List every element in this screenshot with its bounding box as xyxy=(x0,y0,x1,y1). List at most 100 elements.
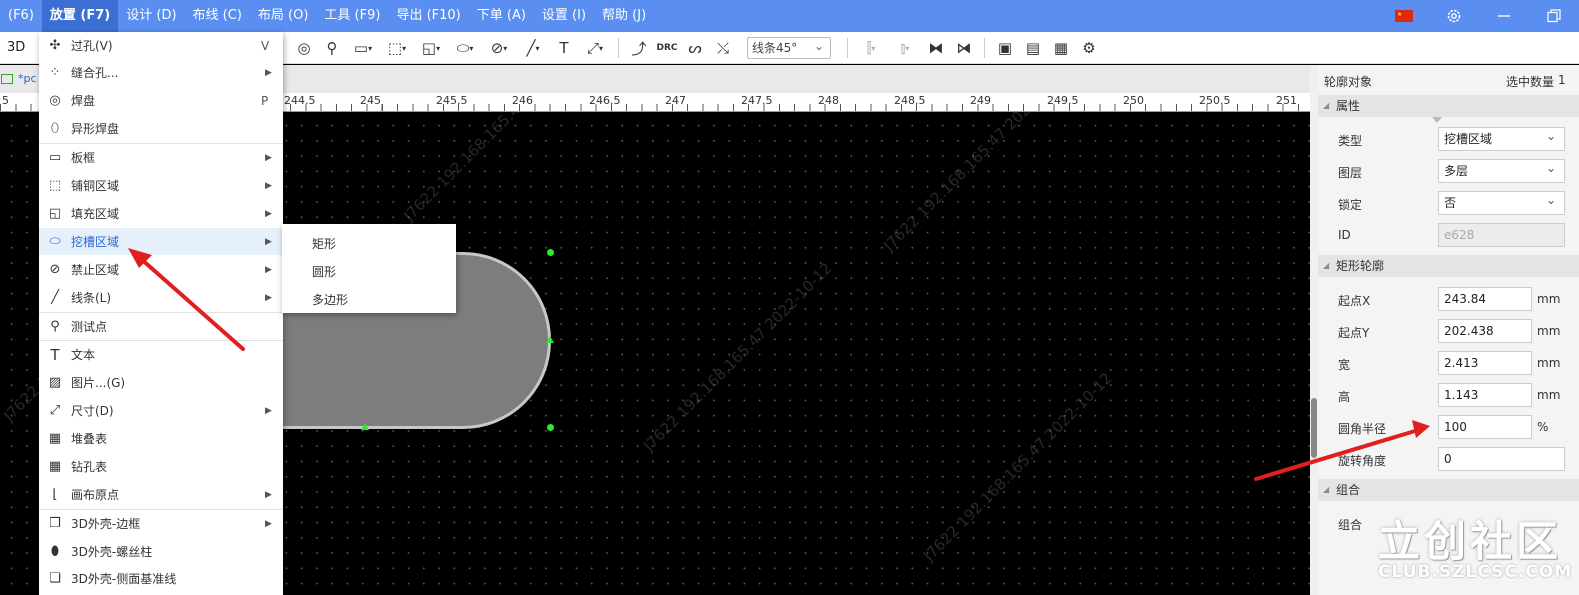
id-field: e628 xyxy=(1438,223,1565,247)
menu-item-prohibited-area[interactable]: ⊘ 禁止区域 ▶ xyxy=(39,256,283,283)
start-x-input[interactable]: 243.84 xyxy=(1438,287,1532,311)
line-mode-select[interactable]: 线条45° xyxy=(747,36,831,59)
document-tab[interactable]: *pc xyxy=(18,72,37,85)
chevron-right-icon: ▶ xyxy=(265,180,272,191)
submenu-item-rectangle[interactable]: 矩形 xyxy=(312,235,336,252)
ruler-label: 246 xyxy=(512,94,533,107)
bom-icon[interactable]: ▤ xyxy=(1019,34,1047,62)
section-attributes[interactable]: 属性 xyxy=(1318,95,1579,117)
menu-item-copper-area[interactable]: ⬚ 铺铜区域 ▶ xyxy=(39,172,283,199)
menu-help[interactable]: 帮助 (J) xyxy=(594,0,654,32)
menu-item-3d-shell-side[interactable]: ❏ 3D外壳-侧面基准线 xyxy=(39,565,283,592)
route-tool-icon[interactable]: ⤴ xyxy=(625,34,653,62)
start-y-input[interactable]: 202.438 xyxy=(1438,319,1532,343)
section-group[interactable]: 组合 xyxy=(1318,479,1579,501)
edit-handle[interactable] xyxy=(546,336,554,343)
copper-area-tool-icon[interactable]: ⬚ ▾ xyxy=(380,34,414,62)
menu-item-stitch-via[interactable]: ⁘ 缝合孔... ▶ xyxy=(39,59,283,86)
type-select[interactable]: 挖槽区域 xyxy=(1438,125,1565,151)
pad-tool-icon[interactable]: ◎ xyxy=(290,34,318,62)
height-input[interactable]: 1.143 xyxy=(1438,383,1532,407)
selection-handle[interactable] xyxy=(547,424,554,431)
canvas-origin-icon: ⌊ xyxy=(52,487,58,502)
track-tool-icon[interactable]: ᔕ xyxy=(681,34,709,62)
lock-select[interactable]: 否 xyxy=(1438,189,1565,215)
text-tool-icon[interactable]: T xyxy=(550,34,578,62)
board-outline-tool-icon[interactable]: ▭ ▾ xyxy=(346,34,380,62)
menu-item-label: 堆叠表 xyxy=(71,432,108,446)
language-flag-icon[interactable] xyxy=(1379,0,1429,32)
menu-order[interactable]: 下单 (A) xyxy=(469,0,534,32)
menu-item-drill-table[interactable]: ▦ 钻孔表 xyxy=(39,453,283,480)
menu-f6[interactable]: (F6) xyxy=(0,0,42,32)
ruler-label: 244.5 xyxy=(284,94,316,107)
menu-item-image[interactable]: ▨ 图片...(G) xyxy=(39,369,283,396)
menu-settings[interactable]: 设置 (I) xyxy=(534,0,594,32)
menubar: (F6) 放置 (F7) 设计 (D) 布线 (C) 布局 (O) 工具 (F9… xyxy=(0,0,1579,32)
submenu-item-circle[interactable]: 圆形 xyxy=(312,263,336,280)
menu-item-fill-area[interactable]: ◱ 填充区域 ▶ xyxy=(39,200,283,227)
restore-icon[interactable] xyxy=(1529,0,1579,32)
menu-item-3d-shell-border[interactable]: ❒ 3D外壳-边框 ▶ xyxy=(39,510,283,537)
toolbar-divider xyxy=(618,38,619,58)
flip-vertical-icon[interactable]: ⧒ xyxy=(950,34,978,62)
ruler-label: 249 xyxy=(970,94,991,107)
diff-pair-tool-icon[interactable]: ⤯ xyxy=(709,34,737,62)
ruler-label: 247.5 xyxy=(741,94,773,107)
menu-export[interactable]: 导出 (F10) xyxy=(388,0,468,32)
scrollbar-thumb[interactable] xyxy=(1311,398,1317,458)
menu-item-text[interactable]: T 文本 xyxy=(39,341,283,368)
canvas-scrollbar[interactable] xyxy=(1310,65,1318,595)
menu-item-stackup-table[interactable]: ▦ 堆叠表 xyxy=(39,425,283,452)
menu-item-pad[interactable]: ◎ 焊盘 P xyxy=(39,87,283,114)
menu-layout[interactable]: 布局 (O) xyxy=(250,0,317,32)
menu-tools[interactable]: 工具 (F9) xyxy=(316,0,388,32)
align-tool-icon[interactable]: ⫿ ▾ xyxy=(854,34,888,62)
dimension-tool-icon[interactable]: ⤢ ▾ xyxy=(578,34,612,62)
test-point-icon: ⚲ xyxy=(50,319,60,334)
submenu-item-polygon[interactable]: 多边形 xyxy=(312,291,348,308)
probe-tool-icon[interactable]: ⚲ xyxy=(318,34,346,62)
order-icon[interactable]: ▦ xyxy=(1047,34,1075,62)
minimize-icon[interactable] xyxy=(1479,0,1529,32)
slot-area-tool-icon[interactable]: ⬭ ▾ xyxy=(448,34,482,62)
prohibited-area-tool-icon[interactable]: ⊘ ▾ xyxy=(482,34,516,62)
menu-item-line[interactable]: ╱ 线条(L) ▶ xyxy=(39,284,283,311)
width-input[interactable]: 2.413 xyxy=(1438,351,1532,375)
menu-item-board-outline[interactable]: ▭ 板框 ▶ xyxy=(39,144,283,171)
menu-item-custom-pad[interactable]: ⬯ 异形焊盘 xyxy=(39,115,283,142)
corner-radius-input[interactable]: 100 xyxy=(1438,415,1532,439)
layer-select[interactable]: 多层 xyxy=(1438,157,1565,183)
drc-button[interactable]: DRC xyxy=(653,34,681,62)
gerber-icon[interactable]: ▣ xyxy=(991,34,1019,62)
menu-item-test-point[interactable]: ⚲ 测试点 xyxy=(39,313,283,340)
selection-handle[interactable] xyxy=(547,249,554,256)
start-x-label: 起点X xyxy=(1338,294,1371,308)
settings-icon[interactable]: ⚙ xyxy=(1075,34,1103,62)
menu-route[interactable]: 布线 (C) xyxy=(185,0,250,32)
pcb-tab-icon xyxy=(1,74,13,84)
copper-area-icon: ⬚ xyxy=(48,178,62,193)
line-tool-icon[interactable]: ╱ ▾ xyxy=(516,34,550,62)
selected-count: 1 xyxy=(1558,73,1566,87)
unit-percent-label: % xyxy=(1537,420,1549,434)
menu-item-dimension[interactable]: ⤢ 尺寸(D) ▶ xyxy=(39,397,283,424)
menu-place[interactable]: 放置 (F7) xyxy=(41,0,119,32)
menu-item-slot-area[interactable]: ⬭ 挖槽区域 ▶ xyxy=(39,228,283,255)
view-3d-button[interactable]: 3D xyxy=(7,40,25,55)
menu-item-via[interactable]: ✣ 过孔(V) V xyxy=(39,32,283,59)
fill-area-tool-icon[interactable]: ◱ ▾ xyxy=(414,34,448,62)
menu-item-3d-shell-screw[interactable]: ⬮ 3D外壳-螺丝柱 xyxy=(39,538,283,565)
rotation-input[interactable]: 0 xyxy=(1438,447,1565,471)
menu-item-canvas-origin[interactable]: ⌊ 画布原点 ▶ xyxy=(39,481,283,508)
text-icon: T xyxy=(50,345,60,364)
custom-pad-icon: ⬯ xyxy=(50,121,60,136)
flip-horizontal-icon[interactable]: ⧓ xyxy=(922,34,950,62)
gear-icon[interactable] xyxy=(1429,0,1479,32)
slot-area-submenu: 矩形 圆形 多边形 xyxy=(282,224,456,313)
distribute-tool-icon[interactable]: ⫾ ▾ xyxy=(888,34,922,62)
menu-item-label: 缝合孔... xyxy=(71,66,119,80)
edit-handle[interactable] xyxy=(361,423,369,430)
menu-design[interactable]: 设计 (D) xyxy=(118,0,184,32)
section-rect-outline[interactable]: 矩形轮廓 xyxy=(1318,255,1579,277)
